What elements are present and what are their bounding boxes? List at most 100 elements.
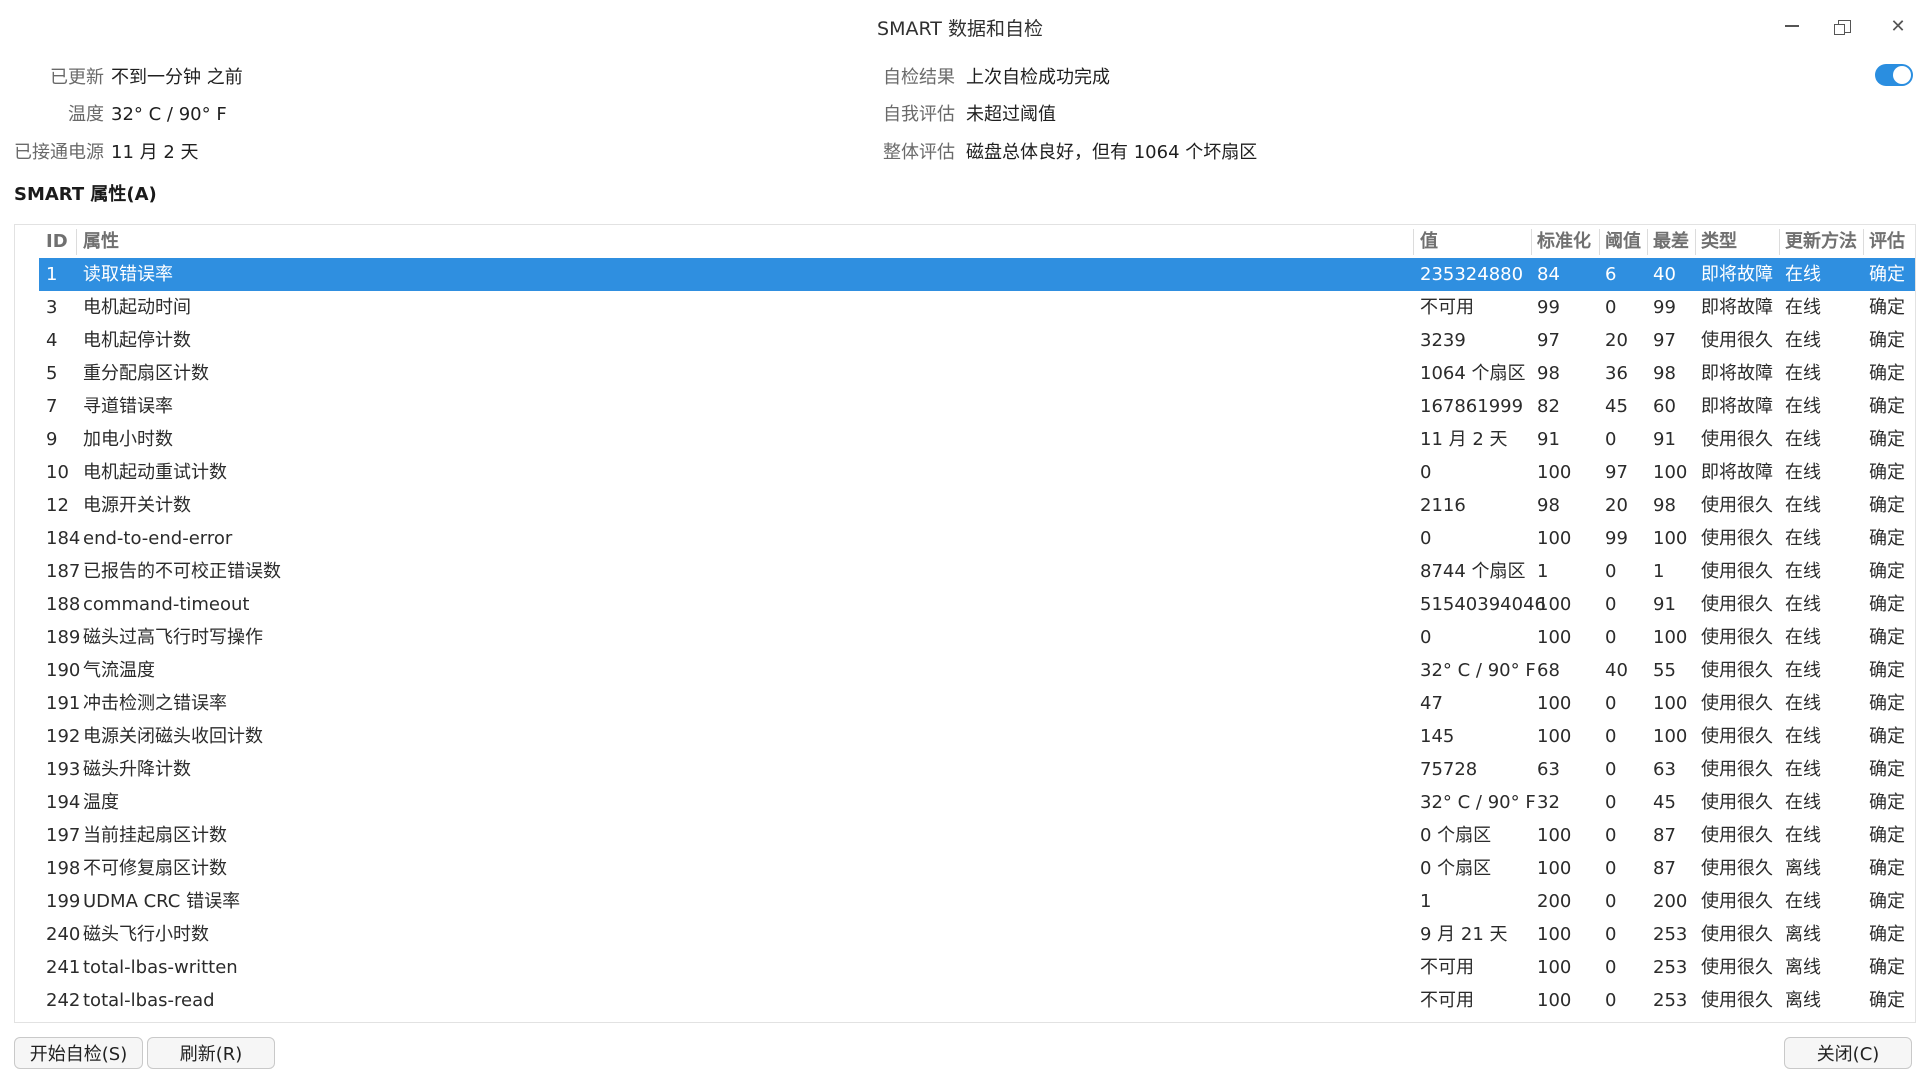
column-separator[interactable] bbox=[1413, 229, 1414, 255]
table-row[interactable]: 240 磁头飞行小时数 9 月 21 天 100 0 253 使用很久 离线 确定 bbox=[39, 918, 1915, 951]
table-row[interactable]: 10 电机起动重试计数 0 100 97 100 即将故障 在线 确定 bbox=[39, 456, 1915, 489]
cell-assessment: 确定 bbox=[1869, 363, 1905, 384]
column-header-worst[interactable]: 最差 bbox=[1653, 225, 1689, 257]
table-row[interactable]: 188 command-timeout 51540394046 100 0 91 使用很久在… bbox=[39, 588, 1915, 621]
column-header-attribute[interactable]: 属性 bbox=[83, 225, 119, 257]
cell-id: 1 bbox=[46, 264, 58, 285]
column-header-type[interactable]: 类型 bbox=[1701, 225, 1737, 257]
column-separator[interactable] bbox=[1531, 229, 1532, 255]
cell-attribute: 当前挂起扇区计数 bbox=[83, 825, 227, 846]
cell-id: 192 bbox=[46, 726, 81, 747]
cell-id: 10 bbox=[46, 462, 69, 483]
cell-type: 使用很久 bbox=[1701, 759, 1773, 780]
cell-threshold: 0 bbox=[1605, 891, 1617, 912]
table-row[interactable]: 3 电机起动时间 不可用 99 0 99 即将故障 在线 确定 bbox=[39, 291, 1915, 324]
column-header-update-method[interactable]: 更新方法 bbox=[1785, 225, 1857, 257]
cell-normalized: 63 bbox=[1537, 759, 1560, 780]
cell-worst: 253 bbox=[1653, 957, 1688, 978]
table-row[interactable]: 191 冲击检测之错误率 47 100 0 100 使用很久 在线 确定 bbox=[39, 687, 1915, 720]
table-row[interactable]: 184 end-to-end-error 0 100 99 100 使用很久 在线 确定 bbox=[39, 522, 1915, 555]
cell-type: 使用很久 bbox=[1701, 726, 1773, 747]
start-selftest-button[interactable]: 开始自检(S) bbox=[14, 1037, 143, 1069]
cell-attribute: 电机起动重试计数 bbox=[83, 462, 227, 483]
table-row[interactable]: 199 UDMA CRC 错误率 1 200 0 200 使用很久 在线 确定 bbox=[39, 885, 1915, 918]
cell-normalized: 100 bbox=[1537, 990, 1572, 1011]
table-row[interactable]: 7 寻道错误率 167861999 82 45 60 即将故障 在线 确定 bbox=[39, 390, 1915, 423]
smart-attributes-table[interactable]: ID 属性 值 标准化 阈值 最差 类型 更新方法 评估 1 读取错误率 23532… bbox=[14, 224, 1916, 1023]
table-row[interactable]: 241 total-lbas-written 不可用 100 0 253 使用很久 离线 确定 bbox=[39, 951, 1915, 984]
cell-value: 145 bbox=[1420, 726, 1455, 747]
column-header-id[interactable]: ID bbox=[46, 225, 68, 257]
cell-id: 187 bbox=[46, 561, 81, 582]
cell-normalized: 100 bbox=[1537, 957, 1572, 978]
cell-normalized: 100 bbox=[1537, 693, 1572, 714]
cell-id: 240 bbox=[46, 924, 81, 945]
cell-worst: 87 bbox=[1653, 825, 1676, 846]
cell-value: 不可用 bbox=[1420, 990, 1474, 1011]
cell-threshold: 20 bbox=[1605, 495, 1628, 516]
cell-threshold: 0 bbox=[1605, 693, 1617, 714]
info-selftest-result: 自检结果 上次自检成功完成 bbox=[0, 64, 1110, 92]
cell-assessment: 确定 bbox=[1869, 495, 1905, 516]
column-separator[interactable] bbox=[1647, 229, 1648, 255]
cell-type: 即将故障 bbox=[1701, 264, 1773, 285]
column-separator[interactable] bbox=[1779, 229, 1780, 255]
smart-enable-toggle[interactable] bbox=[1875, 64, 1913, 86]
cell-id: 9 bbox=[46, 429, 58, 450]
table-row[interactable]: 189 磁头过高飞行时写操作 0 100 0 100 使用很久 在线 确定 bbox=[39, 621, 1915, 654]
cell-id: 241 bbox=[46, 957, 81, 978]
cell-normalized: 1 bbox=[1537, 561, 1549, 582]
table-row[interactable]: 187 已报告的不可校正错误数 8744 个扇区 1 0 1 使用很久 在线 确定 bbox=[39, 555, 1915, 588]
cell-type: 使用很久 bbox=[1701, 858, 1773, 879]
table-row[interactable]: 9 加电小时数 11 月 2 天 91 0 91 使用很久 在线 确定 bbox=[39, 423, 1915, 456]
cell-type: 使用很久 bbox=[1701, 825, 1773, 846]
maximize-button[interactable] bbox=[1826, 12, 1862, 40]
cell-normalized: 100 bbox=[1537, 924, 1572, 945]
cell-attribute: UDMA CRC 错误率 bbox=[83, 891, 241, 912]
minimize-button[interactable] bbox=[1774, 12, 1810, 40]
cell-attribute: total-lbas-read bbox=[83, 990, 215, 1011]
table-row[interactable]: 192 电源关闭磁头收回计数 145 100 0 100 使用很久 在线 确定 bbox=[39, 720, 1915, 753]
cell-threshold: 0 bbox=[1605, 594, 1617, 615]
column-separator[interactable] bbox=[1863, 229, 1864, 255]
cell-attribute: 重分配扇区计数 bbox=[83, 363, 209, 384]
cell-normalized: 100 bbox=[1537, 594, 1572, 615]
cell-value: 32° C / 90° F bbox=[1420, 792, 1536, 813]
close-button[interactable]: 关闭(C) bbox=[1784, 1037, 1912, 1069]
column-header-normalized[interactable]: 标准化 bbox=[1537, 225, 1591, 257]
close-window-button[interactable]: ✕ bbox=[1880, 12, 1916, 40]
cell-id: 190 bbox=[46, 660, 81, 681]
table-row[interactable]: 193 磁头升降计数 75728 63 0 63 使用很久 在线 确定 bbox=[39, 753, 1915, 786]
cell-update-method: 在线 bbox=[1785, 363, 1821, 384]
table-row[interactable]: 197 当前挂起扇区计数 0 个扇区 100 0 87 使用很久 在线 确定 bbox=[39, 819, 1915, 852]
refresh-button[interactable]: 刷新(R) bbox=[147, 1037, 275, 1069]
table-row[interactable]: 242 total-lbas-read 不可用 100 0 253 使用很久 离线 确定 bbox=[39, 984, 1915, 1017]
column-header-value[interactable]: 值 bbox=[1420, 225, 1438, 257]
cell-type: 使用很久 bbox=[1701, 528, 1773, 549]
table-row[interactable]: 12 电源开关计数 2116 98 20 98 使用很久 在线 确定 bbox=[39, 489, 1915, 522]
column-separator[interactable] bbox=[1695, 229, 1696, 255]
table-row[interactable]: 4 电机起停计数 3239 97 20 97 使用很久 在线 确定 bbox=[39, 324, 1915, 357]
cell-assessment: 确定 bbox=[1869, 297, 1905, 318]
cell-update-method: 在线 bbox=[1785, 759, 1821, 780]
cell-value: 235324880 bbox=[1420, 264, 1524, 285]
cell-update-method: 在线 bbox=[1785, 891, 1821, 912]
cell-id: 188 bbox=[46, 594, 81, 615]
cell-type: 使用很久 bbox=[1701, 660, 1773, 681]
table-row[interactable]: 1 读取错误率 235324880 84 6 40 即将故障 在线 确定 bbox=[39, 258, 1915, 291]
table-row[interactable]: 190 气流温度 32° C / 90° F 68 40 55 使用很久 在线 确定 bbox=[39, 654, 1915, 687]
table-row[interactable]: 198 不可修复扇区计数 0 个扇区 100 0 87 使用很久 离线 确定 bbox=[39, 852, 1915, 885]
column-separator[interactable] bbox=[76, 229, 77, 255]
cell-type: 使用很久 bbox=[1701, 990, 1773, 1011]
column-header-assessment[interactable]: 评估 bbox=[1869, 225, 1905, 257]
cell-worst: 87 bbox=[1653, 858, 1676, 879]
cell-attribute: 电机起动时间 bbox=[83, 297, 191, 318]
table-row[interactable]: 5 重分配扇区计数 1064 个扇区 98 36 98 即将故障 在线 确定 bbox=[39, 357, 1915, 390]
cell-threshold: 0 bbox=[1605, 627, 1617, 648]
cell-value: 167861999 bbox=[1420, 396, 1524, 417]
table-row[interactable]: 194 温度 32° C / 90° F 32 0 45 使用很久 在线 确定 bbox=[39, 786, 1915, 819]
column-separator[interactable] bbox=[1599, 229, 1600, 255]
cell-worst: 55 bbox=[1653, 660, 1676, 681]
column-header-threshold[interactable]: 阈值 bbox=[1605, 225, 1641, 257]
cell-id: 194 bbox=[46, 792, 81, 813]
